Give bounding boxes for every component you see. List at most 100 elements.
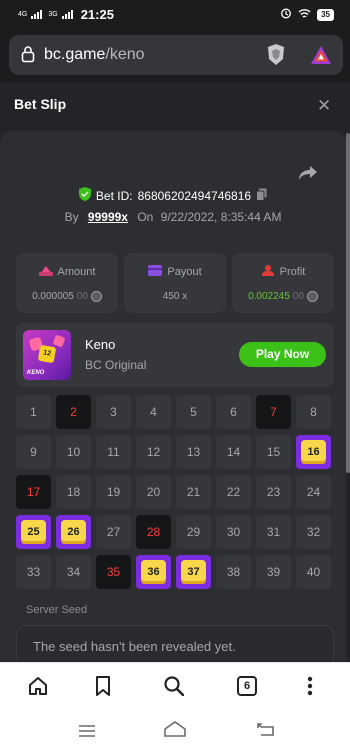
bet-slip-content[interactable]: Bet ID: 86806202494746816 By 99999x On 9… <box>0 128 350 662</box>
by-label: By <box>64 210 79 224</box>
keno-cell: 14 <box>216 435 251 469</box>
player-link[interactable]: 99999x <box>88 210 128 224</box>
status-left: 4G 3G 21:25 <box>18 7 114 22</box>
url-domain: bc.game <box>44 46 106 63</box>
bet-slip-header: Bet Slip ✕ <box>0 82 350 128</box>
keno-cell: 31 <box>256 515 291 549</box>
recent-apps-icon[interactable] <box>78 724 96 742</box>
signal-icon-2 <box>61 10 73 19</box>
die-icon <box>52 334 66 348</box>
keno-cell-hit: 16 <box>296 435 331 469</box>
keno-cell: 22 <box>216 475 251 509</box>
bet-id-label: Bet ID: <box>95 188 133 203</box>
keno-cell: 4 <box>136 395 171 429</box>
play-now-button[interactable]: Play Now <box>239 342 326 367</box>
keno-cell: 18 <box>56 475 91 509</box>
bet-id-row: Bet ID: 86806202494746816 <box>0 187 346 204</box>
coins-icon <box>38 265 53 279</box>
share-icon[interactable] <box>298 165 318 186</box>
amount-value-dim: 00 <box>76 291 88 302</box>
keno-cell: 6 <box>216 395 251 429</box>
currency-coin-icon <box>306 291 318 302</box>
keno-cell: 39 <box>256 555 291 589</box>
profit-stat: Profit 0.002245 00 <box>232 253 334 313</box>
address-bar[interactable]: bc.game/keno <box>9 35 343 75</box>
game-card: 12 KENO Keno BC Original Play Now <box>16 323 334 387</box>
keno-cell: 13 <box>176 435 211 469</box>
payout-stat: Payout 450 x <box>124 253 226 313</box>
keno-cell: 27 <box>96 515 131 549</box>
wifi-icon <box>298 7 311 22</box>
bet-details-card: Bet ID: 86806202494746816 By 99999x On 9… <box>0 131 346 662</box>
keno-cell-hit: 25 <box>16 515 51 549</box>
keno-cell: 12 <box>136 435 171 469</box>
system-nav-bar <box>0 710 350 750</box>
signal-icon <box>31 10 43 19</box>
payout-label: Payout <box>167 266 202 278</box>
stats-row: Amount 0.000005 00 Payout 450 x Profit 0… <box>16 253 334 313</box>
home-icon[interactable] <box>28 676 48 701</box>
keno-cell: 19 <box>96 475 131 509</box>
browser-toolbar: bc.game/keno <box>0 30 350 82</box>
keno-cell-drawn: 7 <box>256 395 291 429</box>
server-seed-field[interactable]: The seed hasn't been revealed yet. <box>16 625 334 662</box>
amount-label: Amount <box>57 266 96 278</box>
keno-cell: 21 <box>176 475 211 509</box>
keno-cell: 3 <box>96 395 131 429</box>
home-nav-icon[interactable] <box>163 720 187 743</box>
payout-value: 450 x <box>162 291 188 302</box>
server-seed-label: Server Seed <box>26 604 88 616</box>
keno-cell: 33 <box>16 555 51 589</box>
browser-bottom-bar: 6 <box>0 662 350 710</box>
keno-cell-drawn: 2 <box>56 395 91 429</box>
search-icon[interactable] <box>164 676 185 701</box>
clock: 21:25 <box>80 7 114 22</box>
currency-coin-icon <box>90 291 102 302</box>
wallet-icon <box>148 265 163 279</box>
more-menu-icon[interactable] <box>307 676 313 701</box>
keno-number-grid: 1 2 3 4 5 6 7 8 9 10 11 12 13 14 15 16 17 18 19 20 21 22 23 24 2… <box>16 395 336 589</box>
keno-cell: 10 <box>56 435 91 469</box>
keno-cell-number: 26 <box>61 520 86 544</box>
keno-cell-drawn: 28 <box>136 515 171 549</box>
scrollbar[interactable] <box>346 133 350 473</box>
status-bar: 4G 3G 21:25 35 <box>0 0 350 30</box>
amount-stat: Amount 0.000005 00 <box>16 253 118 313</box>
keno-cell-drawn: 35 <box>96 555 131 589</box>
keno-cell-number: 16 <box>301 440 326 464</box>
bet-datetime: 9/22/2022, 8:35:44 AM <box>160 210 282 224</box>
bookmark-icon[interactable] <box>95 676 111 701</box>
keno-cell-number: 25 <box>21 520 46 544</box>
lock-icon[interactable] <box>21 45 35 68</box>
network-type-1: 4G <box>18 11 28 18</box>
bet-meta-row: By 99999x On 9/22/2022, 8:35:44 AM <box>0 210 346 224</box>
url-text[interactable]: bc.game/keno <box>44 46 145 64</box>
keno-cell: 24 <box>296 475 331 509</box>
amount-value: 0.000005 <box>32 291 74 302</box>
keno-cell: 8 <box>296 395 331 429</box>
keno-cell: 40 <box>296 555 331 589</box>
copy-icon[interactable] <box>256 188 267 204</box>
game-provider: BC Original <box>85 358 147 372</box>
keno-cell: 11 <box>96 435 131 469</box>
brave-shield-icon[interactable] <box>266 43 286 72</box>
network-type-2: 3G <box>48 11 58 18</box>
back-icon[interactable] <box>257 722 275 741</box>
die-number: 12 <box>37 344 57 364</box>
tabs-button[interactable]: 6 <box>237 676 257 696</box>
keno-cell-drawn: 17 <box>16 475 51 509</box>
keno-thumbnail[interactable]: 12 KENO <box>23 330 71 380</box>
keno-cell: 5 <box>176 395 211 429</box>
keno-thumb-label: KENO <box>27 370 45 376</box>
keno-cell: 23 <box>256 475 291 509</box>
tab-count: 6 <box>237 676 257 696</box>
keno-cell-hit: 26 <box>56 515 91 549</box>
keno-cell-hit: 37 <box>176 555 211 589</box>
profit-value-dim: 00 <box>292 291 304 302</box>
keno-cell: 29 <box>176 515 211 549</box>
close-icon[interactable]: ✕ <box>317 97 331 114</box>
bet-id-value: 86806202494746816 <box>137 188 252 203</box>
keno-cell: 9 <box>16 435 51 469</box>
status-right: 35 <box>280 7 334 22</box>
brave-rewards-icon[interactable] <box>310 45 332 70</box>
